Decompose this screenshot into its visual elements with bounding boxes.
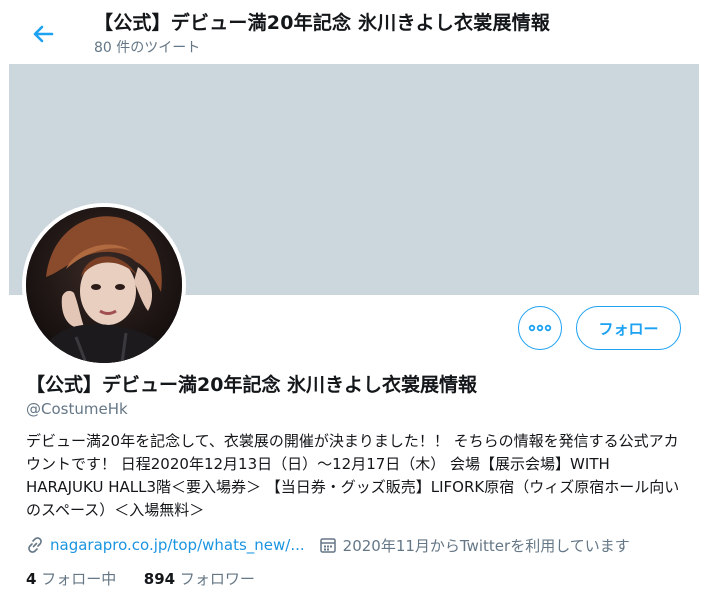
following-label: フォロー中 [41,570,117,588]
calendar-icon [319,538,336,553]
top-header: 【公式】デビュー満20年記念 氷川きよし衣裳展情報 80 件のツイート [0,0,710,63]
profile-handle: @CostumeHk [26,400,128,418]
following-link[interactable]: 4 フォロー中 [26,570,116,588]
follow-stats: 4 フォロー中 894 フォロワー [26,568,255,589]
joined-date: 2020年11月からTwitterを利用しています [342,536,630,555]
header-title: 【公式】デビュー満20年記念 氷川きよし衣裳展情報 [94,12,551,34]
avatar-image [26,207,182,363]
website-link[interactable]: nagarapro.co.jp/top/whats_new/... [50,536,305,554]
avatar[interactable] [22,203,186,367]
profile-display-name: 【公式】デビュー満20年記念 氷川きよし衣裳展情報 [26,374,478,396]
more-button[interactable] [518,306,562,350]
back-button[interactable] [28,19,58,49]
profile-meta: nagarapro.co.jp/top/whats_new/... 2020年1… [26,534,630,556]
tweet-count: 80 件のツイート [94,40,201,56]
followers-count: 894 [143,570,176,588]
more-horizontal-icon [528,324,552,332]
followers-label: フォロワー [179,570,255,588]
link-icon [28,537,42,553]
following-count: 4 [26,570,37,588]
followers-link[interactable]: 894 フォロワー [144,570,255,588]
profile-bio: デビュー満20年を記念して、衣裳展の開催が決まりました！！ そちらの情報を発信す… [26,432,680,519]
arrow-left-icon [33,25,54,43]
follow-button[interactable]: フォロー [576,306,681,350]
